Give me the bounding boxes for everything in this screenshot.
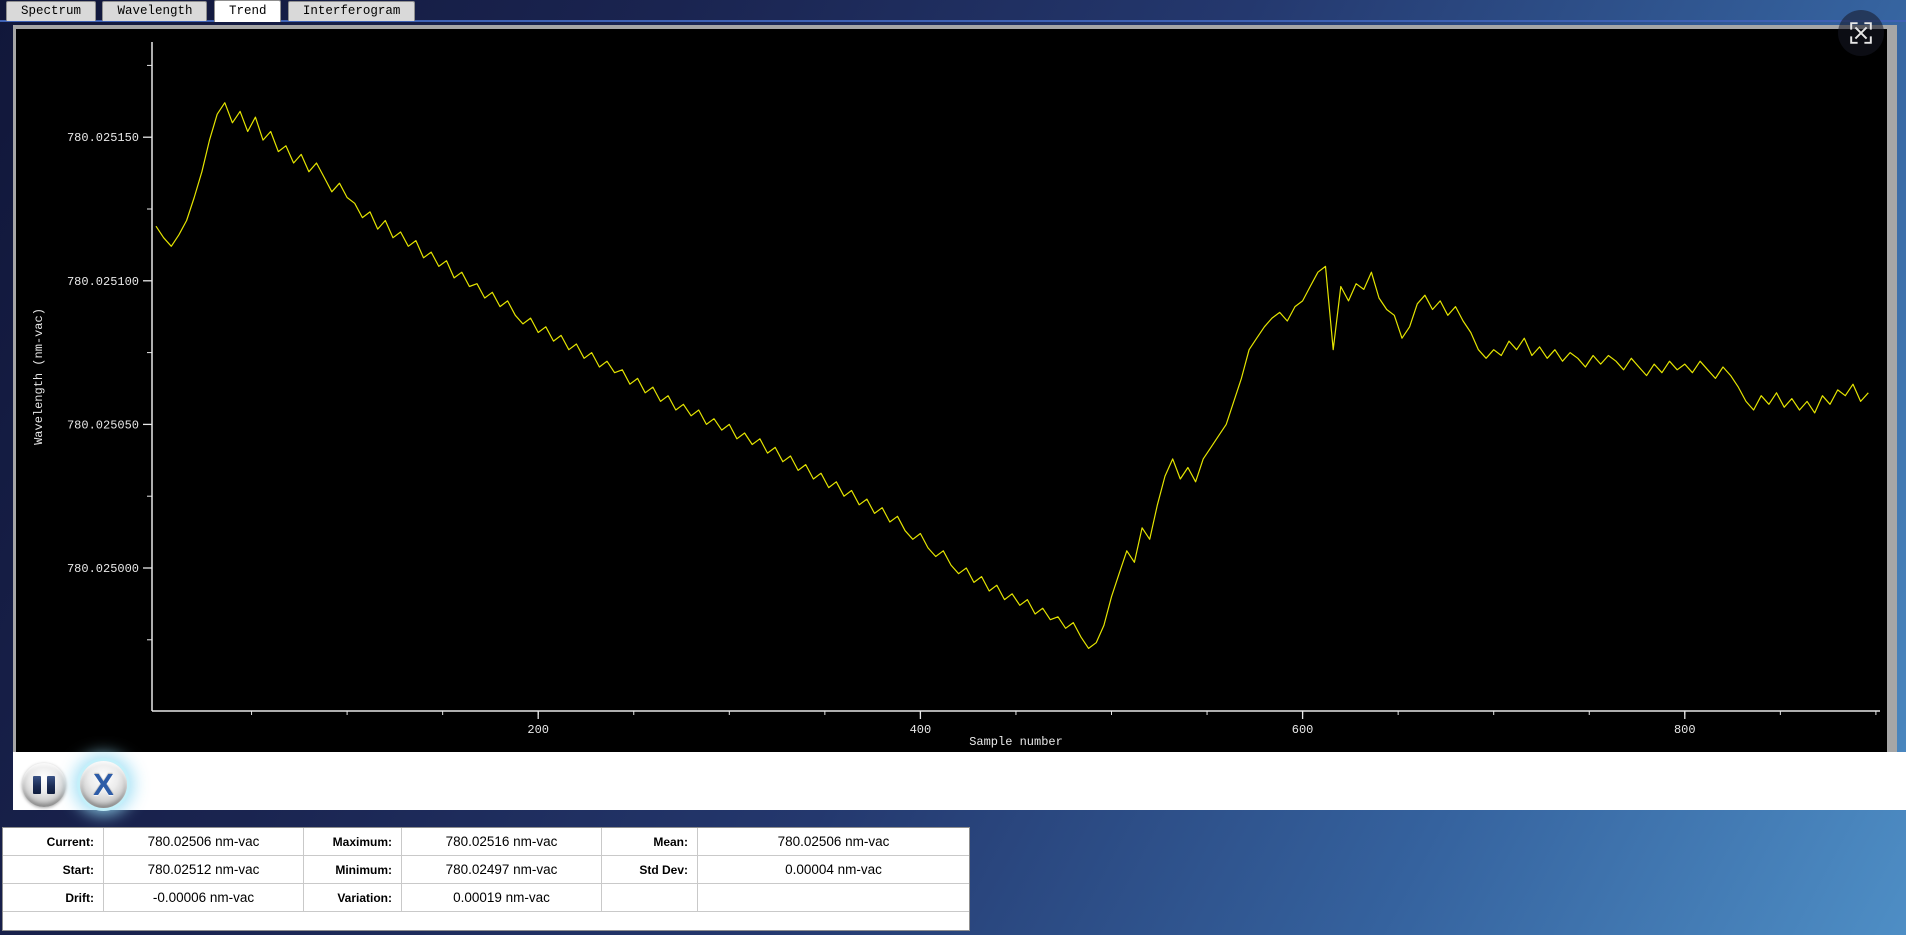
tab-spectrum[interactable]: Spectrum [6, 1, 96, 21]
stat-value-drift: -0.00006 nm-vac [104, 884, 304, 912]
stat-value-mean: 780.02506 nm-vac [698, 828, 969, 856]
svg-text:780.025050: 780.025050 [67, 418, 139, 432]
tab-wavelength[interactable]: Wavelength [102, 1, 207, 21]
stat-value-maximum: 780.02516 nm-vac [402, 828, 602, 856]
clear-x-icon: X [93, 769, 114, 800]
stat-value-minimum: 780.02497 nm-vac [402, 856, 602, 884]
stat-value-start: 780.02512 nm-vac [104, 856, 304, 884]
stat-value-current: 780.02506 nm-vac [104, 828, 304, 856]
svg-text:780.025000: 780.025000 [67, 562, 139, 576]
stat-value-empty [698, 884, 969, 912]
svg-text:400: 400 [910, 723, 932, 737]
svg-text:200: 200 [527, 723, 549, 737]
trend-chart: 780.025150 780.025100 780.025050 780.025000… [16, 29, 1887, 752]
stat-label-stddev: Std Dev: [602, 856, 698, 884]
statistics-table: Current: 780.02506 nm-vac Maximum: 780.0… [2, 827, 970, 931]
stat-value-stddev: 0.00004 nm-vac [698, 856, 969, 884]
svg-text:800: 800 [1674, 723, 1696, 737]
stat-label-variation: Variation: [304, 884, 402, 912]
stats-empty-row [3, 912, 969, 930]
expand-plot-button[interactable] [1838, 10, 1884, 56]
control-strip [13, 752, 1906, 810]
svg-text:Wavelength (nm-vac): Wavelength (nm-vac) [32, 308, 46, 445]
pause-button[interactable] [22, 763, 66, 807]
svg-text:780.025100: 780.025100 [67, 275, 139, 289]
stat-label-start: Start: [3, 856, 104, 884]
trend-plot-area[interactable]: 780.025150 780.025100 780.025050 780.025000… [16, 29, 1887, 752]
pause-icon [33, 776, 55, 794]
tab-bar: Spectrum Wavelength Trend Interferogram [0, 0, 1906, 22]
stat-label-minimum: Minimum: [304, 856, 402, 884]
tab-trend[interactable]: Trend [214, 0, 282, 22]
svg-text:600: 600 [1292, 723, 1314, 737]
expand-crosshair-icon [1849, 21, 1873, 45]
clear-button[interactable]: X [80, 761, 127, 808]
stat-label-empty [602, 884, 698, 912]
stat-label-current: Current: [3, 828, 104, 856]
stat-label-drift: Drift: [3, 884, 104, 912]
svg-text:780.025150: 780.025150 [67, 131, 139, 145]
stat-value-variation: 0.00019 nm-vac [402, 884, 602, 912]
tab-interferogram[interactable]: Interferogram [288, 1, 416, 21]
tabbar-underline [0, 20, 1906, 22]
svg-text:Sample number: Sample number [969, 735, 1063, 749]
stat-label-mean: Mean: [602, 828, 698, 856]
stat-label-maximum: Maximum: [304, 828, 402, 856]
